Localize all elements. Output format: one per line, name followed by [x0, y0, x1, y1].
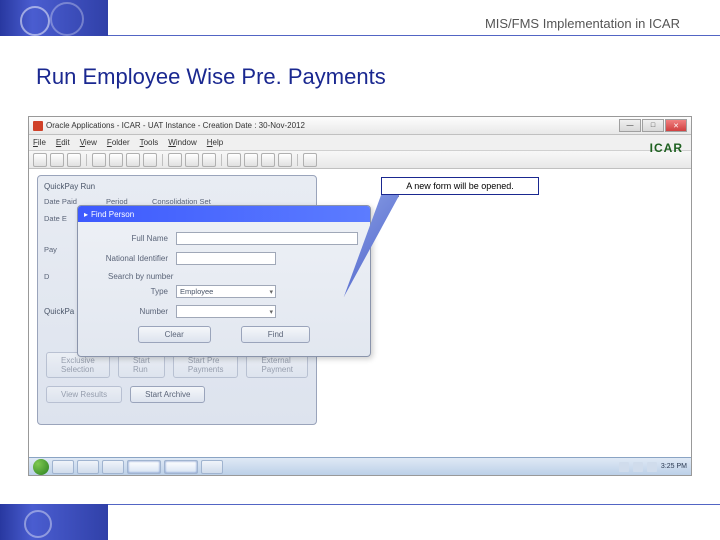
type-label: Type	[90, 287, 176, 296]
window-title-text: Oracle Applications - ICAR - UAT Instanc…	[46, 121, 305, 130]
minimize-button[interactable]: —	[619, 119, 641, 132]
find-person-dialog: ▸Find Person Full Name National Identifi…	[77, 205, 371, 357]
icar-logo: ICAR	[650, 141, 683, 155]
slide-title: Run Employee Wise Pre. Payments	[36, 64, 386, 90]
taskbar-item-1[interactable]	[52, 460, 74, 474]
slide-header: MIS/FMS Implementation in ICAR	[0, 0, 720, 36]
header-underline	[108, 35, 680, 36]
toolbar-misc1-icon[interactable]	[227, 153, 241, 167]
menu-help[interactable]: Help	[207, 138, 223, 147]
search-by-label: Search by number	[108, 272, 358, 281]
full-name-field[interactable]	[176, 232, 358, 245]
view-results-button[interactable]: View Results	[46, 386, 122, 403]
find-dialog-title: ▸Find Person	[78, 206, 370, 222]
tray-icon-1[interactable]	[619, 462, 629, 472]
clear-button[interactable]: Clear	[138, 326, 211, 343]
content-area: QuickPay Run Date Paid Period Consolidat…	[29, 169, 691, 457]
start-button[interactable]	[33, 459, 49, 475]
find-title-text: Find Person	[91, 210, 134, 219]
footer-decoration	[0, 504, 108, 540]
taskbar-item-active-2[interactable]	[164, 460, 198, 474]
toolbar-new-icon[interactable]	[33, 153, 47, 167]
callout-box: A new form will be opened.	[381, 177, 539, 195]
tray-icon-3[interactable]	[647, 462, 657, 472]
type-select[interactable]: Employee	[176, 285, 276, 298]
quickpay-heading: QuickPay Run	[44, 182, 310, 191]
taskbar-item-4[interactable]	[201, 460, 223, 474]
toolbar-open-icon[interactable]	[50, 153, 64, 167]
taskbar-item-active-1[interactable]	[127, 460, 161, 474]
header-title: MIS/FMS Implementation in ICAR	[485, 16, 680, 31]
toolbar-save-icon[interactable]	[67, 153, 81, 167]
callout-text: A new form will be opened.	[406, 181, 514, 191]
tray-icon-2[interactable]	[633, 462, 643, 472]
menu-tools[interactable]: Tools	[140, 138, 159, 147]
clock: 3:25 PM	[661, 463, 687, 470]
toolbar	[29, 151, 691, 169]
start-archive-button[interactable]: Start Archive	[130, 386, 205, 403]
full-name-label: Full Name	[90, 234, 176, 243]
toolbar-paste-icon[interactable]	[143, 153, 157, 167]
menu-file[interactable]: File	[33, 138, 46, 147]
toolbar-cut-icon[interactable]	[109, 153, 123, 167]
menu-window[interactable]: Window	[168, 138, 196, 147]
toolbar-misc4-icon[interactable]	[278, 153, 292, 167]
national-id-field[interactable]	[176, 252, 276, 265]
toolbar-print-icon[interactable]	[92, 153, 106, 167]
close-button[interactable]: ✕	[665, 119, 687, 132]
oracle-icon	[33, 121, 43, 131]
taskbar-item-2[interactable]	[77, 460, 99, 474]
window-titlebar: Oracle Applications - ICAR - UAT Instanc…	[29, 117, 691, 135]
menu-bar: File Edit View Folder Tools Window Help	[29, 135, 691, 151]
number-select[interactable]	[176, 305, 276, 318]
toolbar-misc3-icon[interactable]	[261, 153, 275, 167]
toolbar-help-icon[interactable]	[303, 153, 317, 167]
menu-edit[interactable]: Edit	[56, 138, 70, 147]
toolbar-nav-icon[interactable]	[185, 153, 199, 167]
windows-taskbar: 3:25 PM	[29, 457, 691, 475]
number-label: Number	[90, 307, 176, 316]
toolbar-find-icon[interactable]	[168, 153, 182, 167]
toolbar-list-icon[interactable]	[202, 153, 216, 167]
national-id-label: National Identifier	[90, 254, 176, 263]
toolbar-copy-icon[interactable]	[126, 153, 140, 167]
type-value: Employee	[180, 287, 213, 296]
header-decoration	[0, 0, 108, 36]
footer-right	[108, 504, 720, 540]
maximize-button[interactable]: □	[642, 119, 664, 132]
header-right: MIS/FMS Implementation in ICAR	[108, 0, 720, 36]
find-button[interactable]: Find	[241, 326, 311, 343]
toolbar-misc2-icon[interactable]	[244, 153, 258, 167]
slide-footer	[0, 504, 720, 540]
system-tray: 3:25 PM	[619, 462, 687, 472]
app-screenshot: Oracle Applications - ICAR - UAT Instanc…	[28, 116, 692, 476]
menu-folder[interactable]: Folder	[107, 138, 130, 147]
menu-view[interactable]: View	[80, 138, 97, 147]
taskbar-item-3[interactable]	[102, 460, 124, 474]
